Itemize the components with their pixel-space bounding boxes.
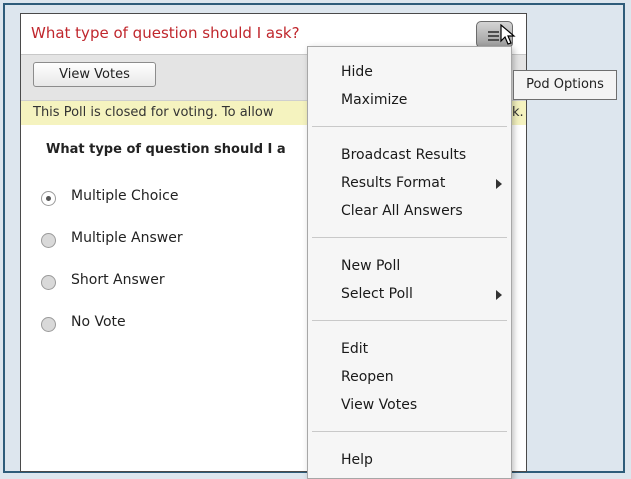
menu-item-results-format[interactable]: Results Format (341, 175, 445, 191)
answer-label: Multiple Answer (71, 230, 183, 246)
submenu-arrow-icon (496, 290, 502, 300)
mouse-cursor-icon (500, 24, 516, 45)
hamburger-menu-icon (488, 31, 499, 43)
answer-label: Short Answer (71, 272, 165, 288)
submenu-arrow-icon (496, 179, 502, 189)
menu-separator (312, 320, 507, 321)
menu-separator (312, 431, 507, 432)
menu-item-edit[interactable]: Edit (341, 341, 368, 357)
menu-item-select-poll[interactable]: Select Poll (341, 286, 413, 302)
menu-item-hide[interactable]: Hide (341, 64, 373, 80)
radio-icon[interactable] (41, 275, 56, 290)
radio-icon[interactable] (41, 317, 56, 332)
menu-item-reopen[interactable]: Reopen (341, 369, 394, 385)
menu-item-broadcast-results[interactable]: Broadcast Results (341, 147, 466, 163)
notice-text-tail: k. (512, 105, 524, 120)
poll-question: What type of question should I a (46, 142, 286, 157)
pod-title: What type of question should I ask? (31, 24, 300, 42)
pod-options-menu: Hide Maximize Broadcast Results Results … (307, 46, 512, 479)
radio-icon[interactable] (41, 233, 56, 248)
menu-item-maximize[interactable]: Maximize (341, 92, 407, 108)
menu-item-view-votes[interactable]: View Votes (341, 397, 417, 413)
pod-options-tooltip: Pod Options (513, 70, 617, 100)
menu-item-new-poll[interactable]: New Poll (341, 258, 400, 274)
notice-text: This Poll is closed for voting. To allow (33, 105, 274, 120)
answer-label: Multiple Choice (71, 188, 179, 204)
view-votes-button[interactable]: View Votes (33, 62, 156, 87)
menu-separator (312, 126, 507, 127)
menu-item-clear-all-answers[interactable]: Clear All Answers (341, 203, 463, 219)
answer-label: No Vote (71, 314, 126, 330)
radio-selected-icon[interactable] (41, 191, 56, 206)
menu-item-help[interactable]: Help (341, 452, 373, 468)
menu-separator (312, 237, 507, 238)
